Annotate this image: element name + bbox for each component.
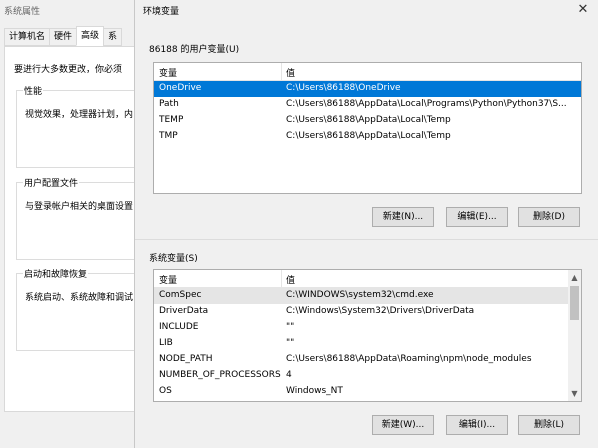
variable-name: TMP bbox=[159, 131, 178, 141]
environment-variables-dialog: 环境变量 ✕ 86188 的用户变量(U) 变量 值 OneDrive C:\U… bbox=[134, 0, 598, 448]
variable-value: C:\Windows\System32\Drivers\DriverData bbox=[286, 306, 475, 316]
variable-value: C:\Users\86188\AppData\Local\Programs\Py… bbox=[286, 99, 566, 109]
user-edit-button[interactable]: 编辑(E)... bbox=[446, 207, 508, 227]
system-new-button[interactable]: 新建(W)... bbox=[372, 415, 434, 435]
system-variables-label: 系统变量(S) bbox=[149, 254, 198, 264]
variable-name: DriverData bbox=[159, 306, 209, 316]
group-description: 与登录帐户相关的桌面设置 bbox=[25, 202, 134, 212]
list-item[interactable]: TEMP C:\Users\86188\AppData\Local\Temp bbox=[154, 113, 581, 129]
variable-name: Path bbox=[159, 99, 179, 109]
tab-strip: 计算机名 硬件 高级系 bbox=[4, 26, 123, 46]
user-profiles-group: 用户配置文件 与登录帐户相关的桌面设置 bbox=[16, 176, 135, 260]
list-item[interactable]: TMP C:\Users\86188\AppData\Local\Temp bbox=[154, 129, 581, 145]
column-header-value[interactable]: 值 bbox=[286, 273, 566, 286]
variable-value: C:\Users\86188\AppData\Local\Temp bbox=[286, 115, 451, 125]
list-item[interactable]: ComSpec C:\WINDOWS\system32\cmd.exe bbox=[154, 288, 581, 304]
variable-name: INCLUDE bbox=[159, 322, 199, 332]
column-separator[interactable] bbox=[281, 63, 282, 80]
variable-name: LIB bbox=[159, 338, 173, 348]
user-delete-button[interactable]: 删除(D) bbox=[518, 207, 580, 227]
list-item[interactable]: INCLUDE "" bbox=[154, 320, 581, 336]
window-title: 系统属性 bbox=[4, 7, 41, 17]
variable-value: "" bbox=[286, 322, 295, 332]
list-item[interactable]: OneDrive C:\Users\86188\OneDrive bbox=[154, 81, 581, 97]
variable-name: OS bbox=[159, 386, 172, 396]
group-label: 用户配置文件 bbox=[23, 176, 80, 189]
tab-computer-name[interactable]: 计算机名 bbox=[4, 28, 51, 46]
system-properties-window: 系统属性 计算机名 硬件 高级系 要进行大多数更改，你必须 性能 视觉效果，处理器计… bbox=[0, 0, 135, 448]
variable-name: NODE_PATH bbox=[159, 354, 213, 364]
vertical-scrollbar[interactable]: ▲ ▼ bbox=[568, 270, 581, 401]
group-description: 系统启动、系统故障和调试 bbox=[25, 293, 134, 303]
scroll-up-icon[interactable]: ▲ bbox=[568, 271, 581, 284]
list-item[interactable]: NODE_PATH C:\Users\86188\AppData\Roaming… bbox=[154, 352, 581, 368]
user-variables-list[interactable]: 变量 值 OneDrive C:\Users\86188\OneDrive Pa… bbox=[153, 62, 582, 194]
tab-system-protection[interactable]: 系 bbox=[103, 28, 123, 46]
list-header: 变量 值 bbox=[154, 270, 581, 288]
list-item[interactable]: DriverData C:\Windows\System32\Drivers\D… bbox=[154, 304, 581, 320]
variable-value: "" bbox=[286, 338, 295, 348]
scroll-thumb[interactable] bbox=[570, 286, 579, 320]
variable-value: C:\Users\86188\OneDrive bbox=[286, 83, 401, 93]
list-item[interactable]: Path C:\Users\86188\AppData\Local\Progra… bbox=[154, 97, 581, 113]
column-header-variable[interactable]: 变量 bbox=[159, 66, 177, 79]
user-variables-label: 86188 的用户变量(U) bbox=[149, 45, 240, 55]
list-item[interactable]: NUMBER_OF_PROCESSORS 4 bbox=[154, 368, 581, 384]
variable-name: ComSpec bbox=[159, 290, 202, 300]
performance-group: 性能 视觉效果，处理器计划，内 bbox=[16, 84, 135, 168]
variable-value: C:\Users\86188\AppData\Roaming\npm\node_… bbox=[286, 354, 532, 364]
column-separator[interactable] bbox=[281, 270, 282, 287]
scroll-down-icon[interactable]: ▼ bbox=[568, 387, 581, 400]
system-variables-list[interactable]: 变量 值 ComSpec C:\WINDOWS\system32\cmd.exe… bbox=[153, 269, 582, 402]
list-header: 变量 值 bbox=[154, 63, 581, 81]
admin-notice: 要进行大多数更改，你必须 bbox=[14, 65, 123, 75]
group-description: 视觉效果，处理器计划，内 bbox=[25, 110, 134, 120]
group-label: 性能 bbox=[23, 84, 44, 97]
column-header-value[interactable]: 值 bbox=[286, 66, 566, 79]
list-item[interactable]: OS Windows_NT bbox=[154, 384, 581, 400]
group-label: 启动和故障恢复 bbox=[23, 267, 89, 280]
tab-hardware[interactable]: 硬件 bbox=[49, 28, 78, 46]
variable-name: OneDrive bbox=[159, 83, 202, 93]
tab-advanced[interactable]: 高级 bbox=[76, 26, 105, 46]
variable-value: C:\WINDOWS\system32\cmd.exe bbox=[286, 290, 434, 300]
variable-name: NUMBER_OF_PROCESSORS bbox=[159, 370, 281, 380]
startup-recovery-group: 启动和故障恢复 系统启动、系统故障和调试 bbox=[16, 267, 135, 351]
variable-name: TEMP bbox=[159, 115, 184, 125]
variable-value: C:\Users\86188\AppData\Local\Temp bbox=[286, 131, 451, 141]
system-delete-button[interactable]: 删除(L) bbox=[518, 415, 580, 435]
list-item[interactable]: LIB "" bbox=[154, 336, 581, 352]
section-divider bbox=[135, 239, 598, 240]
dialog-title: 环境变量 bbox=[143, 7, 180, 17]
user-new-button[interactable]: 新建(N)... bbox=[372, 207, 434, 227]
variable-value: Windows_NT bbox=[286, 386, 343, 396]
variable-value: 4 bbox=[286, 370, 292, 380]
window-footer bbox=[0, 412, 134, 448]
system-edit-button[interactable]: 编辑(I)... bbox=[446, 415, 508, 435]
close-icon[interactable]: ✕ bbox=[568, 0, 598, 20]
column-header-variable[interactable]: 变量 bbox=[159, 273, 177, 286]
